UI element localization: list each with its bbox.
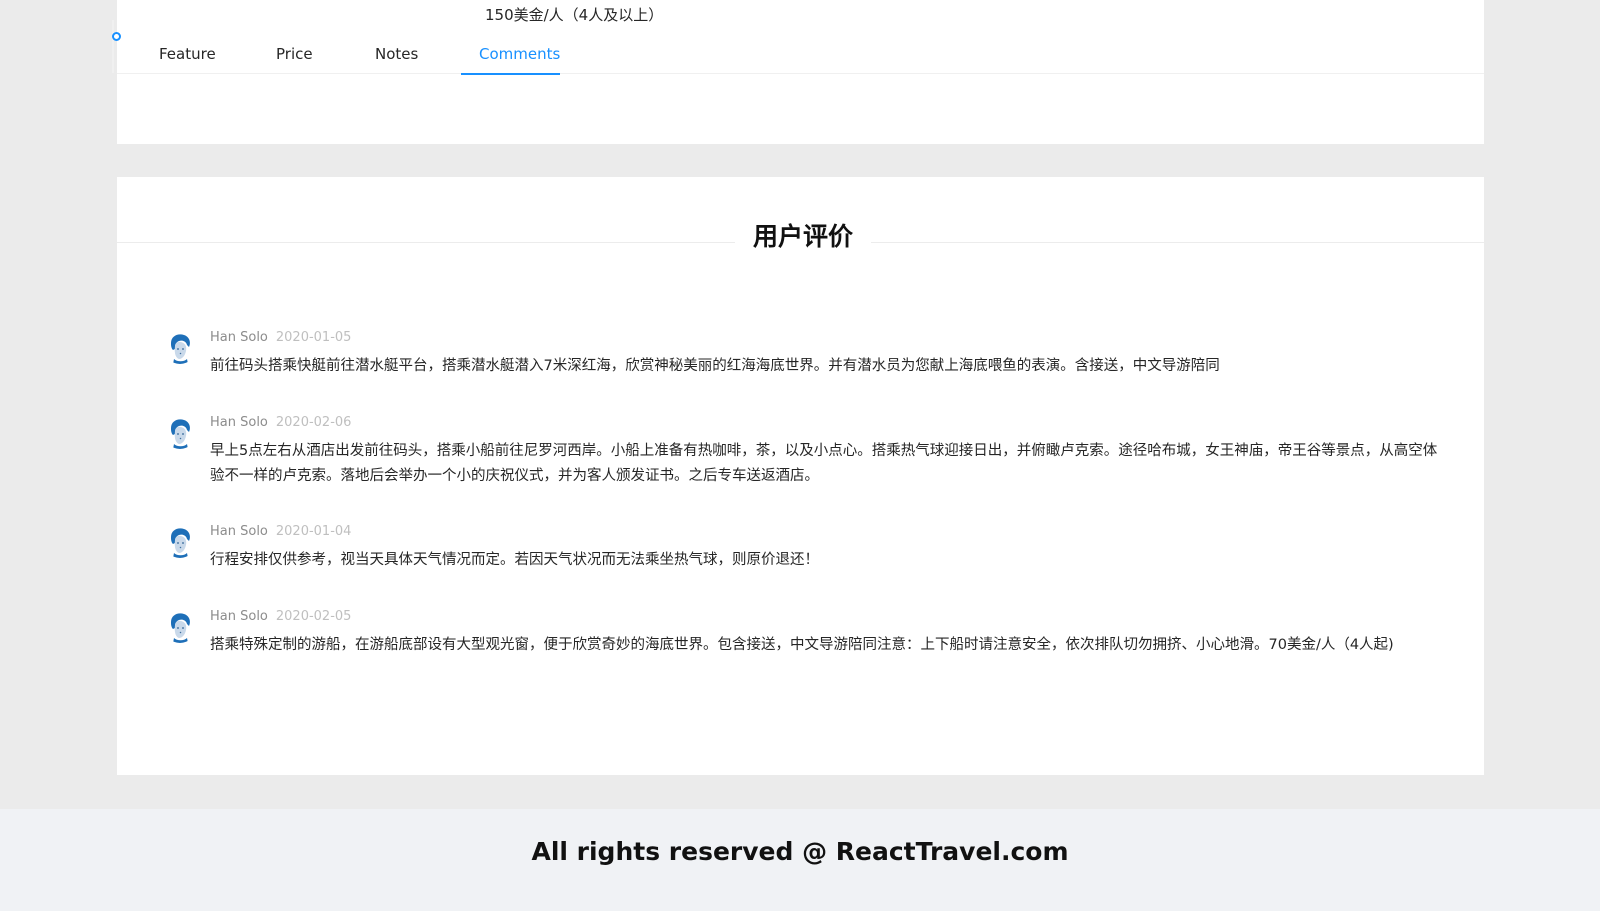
comment-meta: Han Solo 2020-01-04 [210, 524, 351, 539]
comment-datetime: 2020-02-06 [275, 415, 352, 430]
tab-price[interactable]: Price [276, 45, 313, 74]
comment-author[interactable]: Han Solo [210, 609, 268, 624]
comment-content: 早上5点左右从酒店出发前往码头，搭乘小船前往尼罗河西岸。小船上准备有热咖啡，茶，… [210, 443, 1438, 484]
tab-comments[interactable]: Comments [461, 45, 561, 75]
avatar [164, 417, 196, 449]
avatar [164, 332, 196, 364]
anchor-rail [112, 20, 114, 73]
comments-card: 用户评价 Han Solo 2020-01-05 前往码头搭乘快艇前往潜水艇平台，… [117, 177, 1484, 775]
avatar [164, 526, 196, 558]
anchor-tabs: Feature Price Notes Comments [117, 36, 1484, 75]
avatar-portrait-icon [164, 611, 196, 643]
tab-notes[interactable]: Notes [375, 45, 418, 74]
comment-meta: Han Solo 2020-02-06 [210, 415, 351, 430]
avatar-portrait-icon [164, 332, 196, 364]
comment-datetime: 2020-01-05 [275, 330, 352, 345]
comment-meta: Han Solo 2020-01-05 [210, 330, 351, 345]
active-tab-indicator [461, 73, 561, 75]
comment-datetime: 2020-02-05 [275, 609, 352, 624]
comment-content: 前往码头搭乘快艇前往潜水艇平台，搭乘潜水艇潜入7米深红海，欣赏神秘美丽的红海海底… [210, 358, 1220, 374]
avatar-portrait-icon [164, 526, 196, 558]
comment-content: 搭乘特殊定制的游船，在游船底部设有大型观光窗，便于欣赏奇妙的海底世界。包含接送，… [210, 637, 1394, 653]
footer: All rights reserved @ ReactTravel.com [0, 809, 1600, 911]
comment-author[interactable]: Han Solo [210, 330, 268, 345]
comment-content: 行程安排仅供参考，视当天具体天气情况而定。若因天气状况而无法乘坐热气球，则原价退… [210, 552, 819, 568]
footer-copyright: All rights reserved @ ReactTravel.com [531, 837, 1069, 866]
comments-section-title: 用户评价 [735, 217, 871, 255]
tab-comments-label: Comments [479, 45, 561, 63]
comment-meta: Han Solo 2020-02-05 [210, 609, 351, 624]
comment-author[interactable]: Han Solo [210, 415, 268, 430]
avatar-portrait-icon [164, 417, 196, 449]
price-text: 150美金/人（4人及以上） [485, 6, 664, 24]
tab-feature[interactable]: Feature [159, 45, 216, 74]
comment-author[interactable]: Han Solo [210, 524, 268, 539]
avatar [164, 611, 196, 643]
comment-datetime: 2020-01-04 [275, 524, 352, 539]
